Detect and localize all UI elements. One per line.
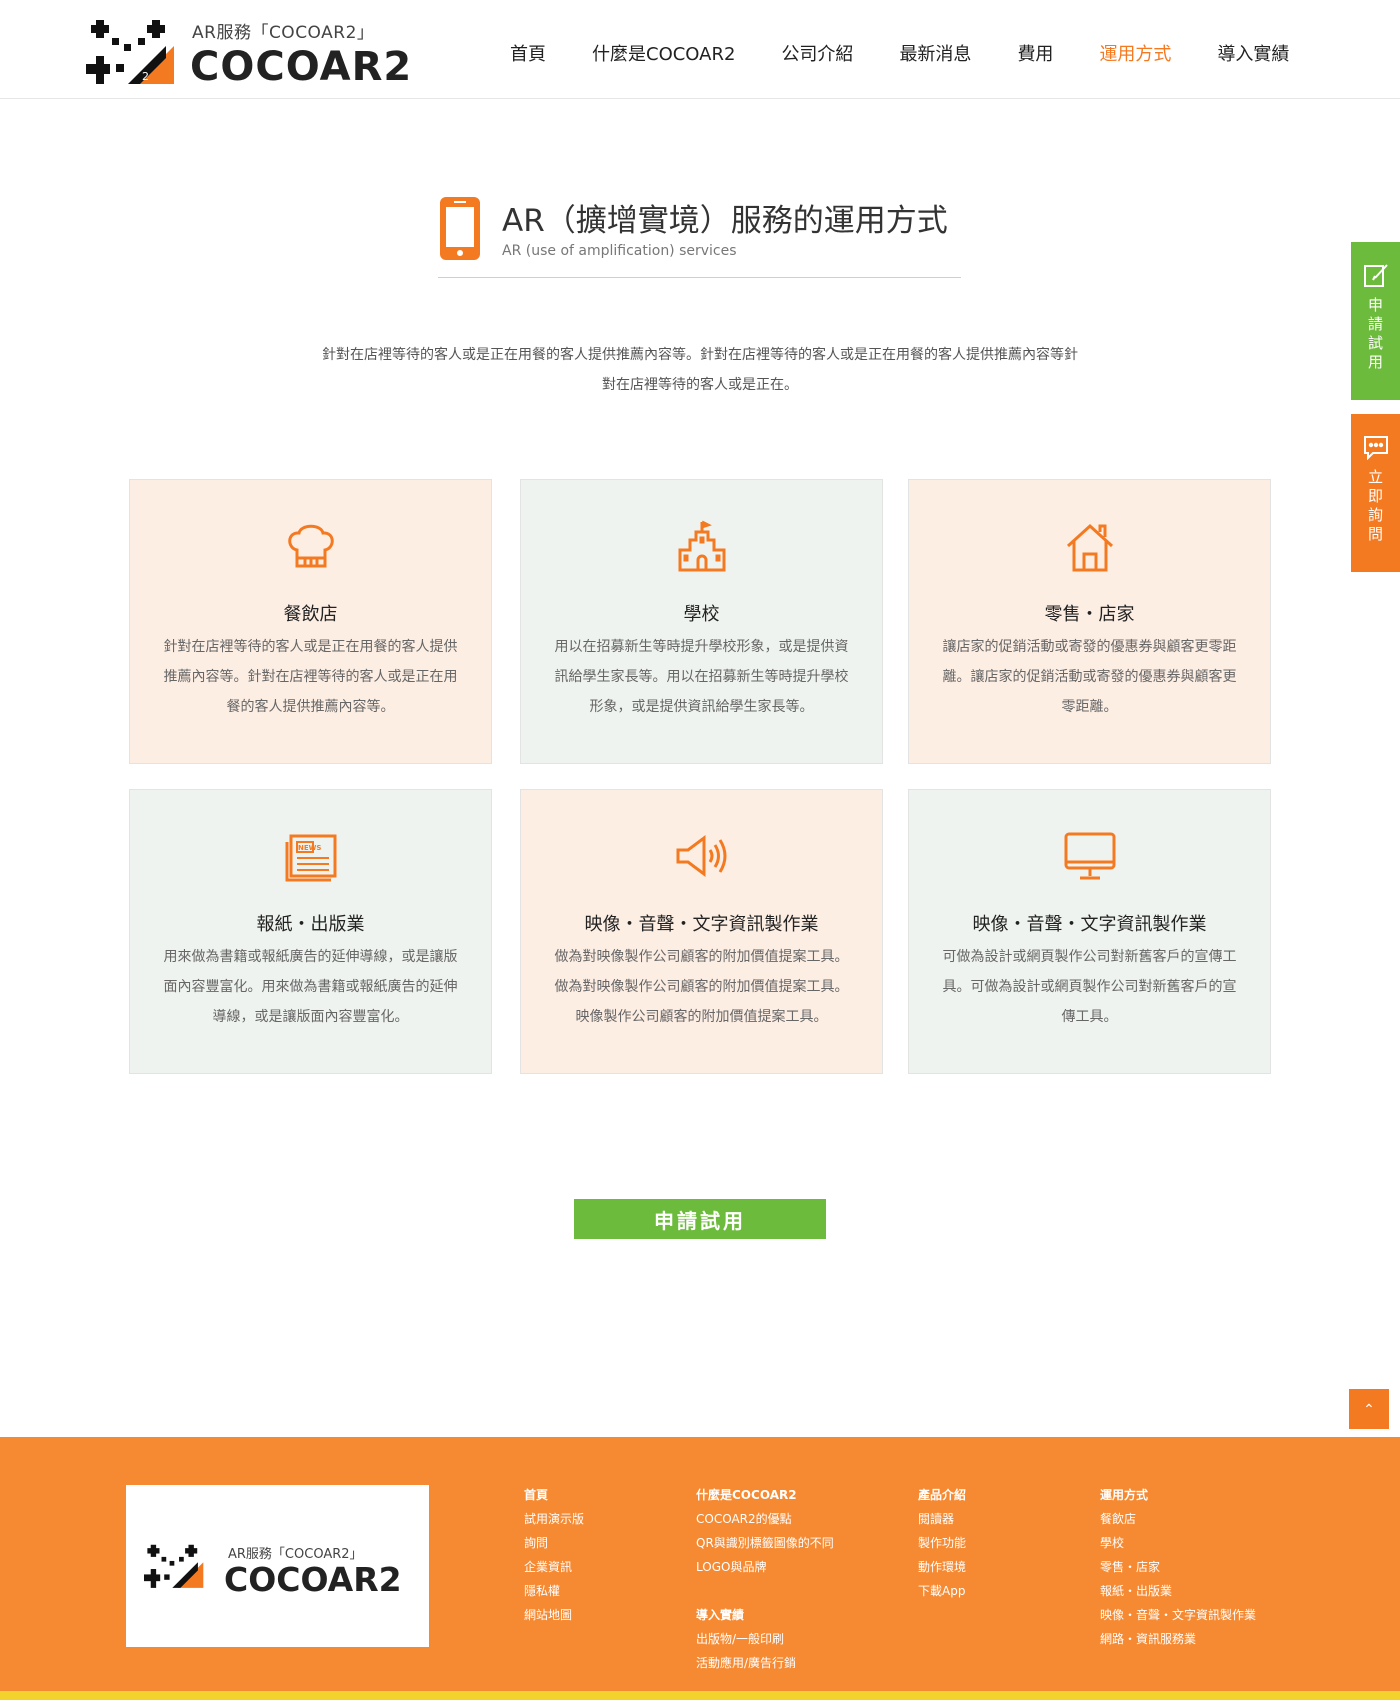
footer-link[interactable]: 試用演示版 <box>524 1507 584 1531</box>
footer-link[interactable]: 網路・資訊服務業 <box>1100 1627 1256 1651</box>
footer-link-home[interactable]: 首頁 <box>524 1483 584 1507</box>
site-logo[interactable]: 2 AR服務「COCOAR2」 COCOAR2 <box>86 18 421 90</box>
footer-link[interactable]: 網站地圖 <box>524 1603 584 1627</box>
main-nav: 首頁 什麼是COCOAR2 公司介紹 最新消息 費用 運用方式 導入實績 <box>510 40 1289 68</box>
footer-link[interactable]: 下載App <box>918 1579 966 1603</box>
chat-bubble-icon <box>1363 436 1388 460</box>
nav-pricing[interactable]: 費用 <box>1017 40 1053 68</box>
card-title: 映像・音聲・文字資訊製作業 <box>584 914 819 935</box>
card-title: 學校 <box>683 604 720 625</box>
footer-col-usage: 運用方式 餐飲店 學校 零售・店家 報紙・出版業 映像・音聲・文字資訊製作業 網… <box>1100 1483 1256 1651</box>
site-header: 2 AR服務「COCOAR2」 COCOAR2 首頁 什麼是COCOAR2 公司… <box>0 0 1400 99</box>
newspaper-icon: NEWS <box>285 834 337 882</box>
card-description: 用來做為書籍或報紙廣告的延伸導線，或是讓版面內容豐富化。用來做為書籍或報紙廣告的… <box>163 949 458 1025</box>
footer-logo[interactable]: AR服務「COCOAR2」 COCOAR2 <box>126 1485 429 1647</box>
footer-link[interactable]: 隱私權 <box>524 1579 584 1603</box>
footer-link-usage[interactable]: 運用方式 <box>1100 1483 1256 1507</box>
card-title: 餐飲店 <box>283 604 338 625</box>
footer-link[interactable]: 映像・音聲・文字資訊製作業 <box>1100 1603 1256 1627</box>
footer-link-cases[interactable]: 導入實績 <box>696 1603 834 1627</box>
nav-what-is[interactable]: 什麼是COCOAR2 <box>592 40 735 68</box>
house-icon <box>1066 523 1114 572</box>
footer-link[interactable]: QR與識別標籤圖像的不同 <box>696 1531 834 1555</box>
usage-card-publishing[interactable]: NEWS 報紙・出版業 用來做為書籍或報紙廣告的延伸導線，或是讓版面內容豐富化。… <box>129 789 492 1074</box>
footer-link[interactable]: 出版物/一般印刷 <box>696 1627 834 1651</box>
nav-news[interactable]: 最新消息 <box>899 40 971 68</box>
footer-link[interactable]: 閱讀器 <box>918 1507 966 1531</box>
side-tab-inquiry-label: 立即詢問 <box>1367 468 1383 543</box>
page-title: AR（擴增實境）服務的運用方式 <box>502 203 948 239</box>
smartphone-icon <box>440 197 480 260</box>
usage-card-media[interactable]: 映像・音聲・文字資訊製作業 做為對映像製作公司顧客的附加價值提案工具。做為對映像… <box>520 789 883 1074</box>
card-title: 報紙・出版業 <box>256 914 365 935</box>
usage-card-retail[interactable]: 零售・店家 讓店家的促銷活動或寄發的優惠券與顧客更零距離。讓店家的促銷活動或寄發… <box>908 479 1271 764</box>
footer-link[interactable]: 活動應用/廣告行銷 <box>696 1651 834 1675</box>
scroll-top-button[interactable]: ⌃ <box>1349 1389 1389 1429</box>
card-description: 讓店家的促銷活動或寄發的優惠券與顧客更零距離。讓店家的促銷活動或寄發的優惠券與顧… <box>942 639 1237 715</box>
footer-link[interactable]: 動作環境 <box>918 1555 966 1579</box>
usage-card-web[interactable]: 映像・音聲・文字資訊製作業 可做為設計或網頁製作公司對新舊客戶的宣傳工具。可做為… <box>908 789 1271 1074</box>
logo-title: COCOAR2 <box>190 44 413 90</box>
footer-col-home: 首頁 試用演示版 詢問 企業資訊 隱私權 網站地圖 <box>524 1483 584 1627</box>
side-tab-trial-label: 申請試用 <box>1367 296 1383 371</box>
footer-link[interactable]: 報紙・出版業 <box>1100 1579 1256 1603</box>
svg-text:NEWS: NEWS <box>298 844 321 852</box>
footer-link[interactable]: COCOAR2的優點 <box>696 1507 834 1531</box>
side-tab-trial[interactable]: 申請試用 <box>1351 242 1400 400</box>
footer-link[interactable]: 詢問 <box>524 1531 584 1555</box>
nav-home[interactable]: 首頁 <box>510 40 546 68</box>
footer-link[interactable]: 企業資訊 <box>524 1555 584 1579</box>
logo-mark-icon: 2 <box>86 20 174 84</box>
logo-subtitle: AR服務「COCOAR2」 <box>192 23 375 43</box>
school-building-icon <box>678 520 726 572</box>
card-description: 用以在招募新生等時提升學校形象，或是提供資訊給學生家長等。用以在招募新生等時提升… <box>554 639 849 715</box>
footer-link[interactable]: 製作功能 <box>918 1531 966 1555</box>
footer-link[interactable]: 餐飲店 <box>1100 1507 1256 1531</box>
footer-bottom-bar <box>0 1691 1400 1700</box>
card-title: 映像・音聲・文字資訊製作業 <box>972 914 1207 935</box>
side-tab-inquiry[interactable]: 立即詢問 <box>1351 414 1400 572</box>
nav-company[interactable]: 公司介紹 <box>781 40 853 68</box>
footer-col-products: 產品介紹 閱讀器 製作功能 動作環境 下載App <box>918 1483 966 1603</box>
intro-text: 針對在店裡等待的客人或是正在用餐的客人提供推薦內容等。針對在店裡等待的客人或是正… <box>322 347 1078 393</box>
card-description: 針對在店裡等待的客人或是正在用餐的客人提供推薦內容等。針對在店裡等待的客人或是正… <box>163 639 458 715</box>
section-heading: AR（擴增實境）服務的運用方式 AR (use of amplification… <box>438 195 961 278</box>
usage-card-restaurant[interactable]: 餐飲店 針對在店裡等待的客人或是正在用餐的客人提供推薦內容等。針對在店裡等待的客… <box>129 479 492 764</box>
nav-usage[interactable]: 運用方式 <box>1099 40 1171 68</box>
footer-link-products[interactable]: 產品介紹 <box>918 1483 966 1507</box>
logo-mark-icon <box>144 1544 204 1588</box>
edit-icon <box>1363 264 1388 287</box>
speaker-icon <box>676 835 727 877</box>
card-description: 做為對映像製作公司顧客的附加價值提案工具。做為對映像製作公司顧客的附加價值提案工… <box>554 949 849 1025</box>
footer-link[interactable]: 零售・店家 <box>1100 1555 1256 1579</box>
site-footer: AR服務「COCOAR2」 COCOAR2 首頁 試用演示版 詢問 企業資訊 隱… <box>0 1437 1400 1700</box>
card-description: 可做為設計或網頁製作公司對新舊客戶的宣傳工具。可做為設計或網頁製作公司對新舊客戶… <box>942 949 1237 1025</box>
footer-link-what-is[interactable]: 什麼是COCOAR2 <box>696 1483 834 1507</box>
svg-text:2: 2 <box>142 70 149 83</box>
chef-hat-icon <box>288 524 334 568</box>
footer-col-what-is: 什麼是COCOAR2 COCOAR2的優點 QR與識別標籤圖像的不同 LOGO與… <box>696 1483 834 1675</box>
apply-trial-button[interactable]: 申請試用 <box>574 1199 826 1239</box>
monitor-icon <box>1064 832 1116 880</box>
page-subtitle: AR (use of amplification) services <box>502 243 737 259</box>
footer-link[interactable]: 學校 <box>1100 1531 1256 1555</box>
usage-card-school[interactable]: 學校 用以在招募新生等時提升學校形象，或是提供資訊給學生家長等。用以在招募新生等… <box>520 479 883 764</box>
card-title: 零售・店家 <box>1044 604 1135 625</box>
footer-link[interactable]: LOGO與品牌 <box>696 1555 834 1579</box>
footer-logo-title: COCOAR2 <box>224 1560 402 1599</box>
nav-cases[interactable]: 導入實績 <box>1217 40 1289 68</box>
